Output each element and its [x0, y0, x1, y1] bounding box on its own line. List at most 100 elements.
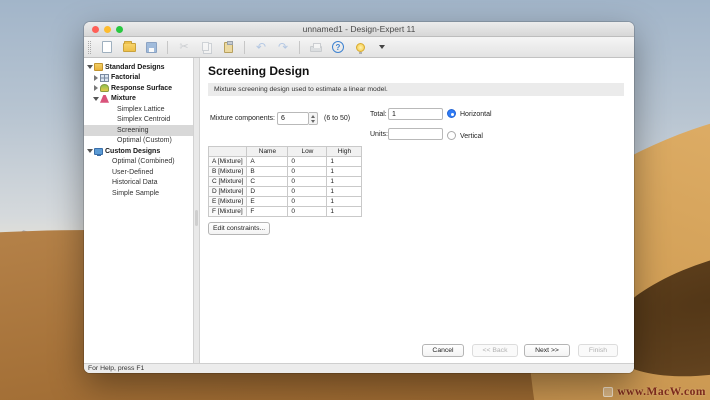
name-cell[interactable]: D — [246, 186, 289, 197]
mixture-components-label: Mixture components: — [210, 115, 275, 122]
horizontal-radio[interactable] — [447, 109, 456, 118]
disclosure-triangle-icon[interactable] — [92, 85, 99, 92]
horizontal-radio-label: Horizontal — [460, 111, 492, 118]
sidebar-item-standard-designs[interactable]: Standard Designs — [84, 62, 193, 73]
new-document-icon[interactable] — [99, 39, 115, 55]
status-text: For Help, press F1 — [88, 365, 145, 372]
high-cell[interactable]: 1 — [326, 166, 363, 177]
table-header-row: Name Low High — [207, 146, 363, 157]
disclosure-triangle-icon[interactable] — [86, 149, 93, 154]
undo-icon[interactable]: ↶ — [253, 39, 269, 55]
sidebar-item-factorial[interactable]: Factorial — [84, 73, 193, 84]
total-label: Total: — [370, 111, 387, 118]
sidebar-item-simplex-centroid[interactable]: Simplex Centroid — [84, 115, 193, 126]
minimize-button[interactable] — [104, 26, 111, 33]
mixture-components-input[interactable] — [277, 112, 309, 125]
name-header: Name — [246, 146, 289, 157]
toolbar-separator — [167, 40, 168, 54]
high-cell[interactable]: 1 — [326, 156, 363, 167]
name-cell[interactable]: F — [246, 206, 289, 217]
sidebar-item-screening[interactable]: Screening — [84, 125, 193, 136]
disclosure-triangle-icon[interactable] — [92, 74, 99, 81]
back-button[interactable]: << Back — [472, 344, 518, 357]
sidebar-item-simplex-lattice[interactable]: Simplex Lattice — [84, 104, 193, 115]
sidebar-item-label: Simple Sample — [112, 189, 160, 197]
window-content: Standard Designs Factorial Response Surf… — [84, 58, 634, 363]
sidebar-item-optimal-combined[interactable]: Optimal (Combined) — [84, 157, 193, 168]
redo-icon[interactable]: ↷ — [275, 39, 291, 55]
table-row: E [Mixture] E 0 1 — [207, 196, 363, 207]
design-tree-sidebar: Standard Designs Factorial Response Surf… — [84, 58, 193, 363]
total-input[interactable] — [388, 108, 443, 120]
sidebar-item-optimal-custom[interactable]: Optimal (Custom) — [84, 136, 193, 147]
low-cell[interactable]: 0 — [287, 196, 328, 207]
low-cell[interactable]: 0 — [287, 186, 328, 197]
title-bar[interactable]: unnamed1 - Design-Expert 11 — [84, 22, 634, 37]
toolbar: ✂ ↶ ↷ — [84, 37, 634, 58]
close-button[interactable] — [92, 26, 99, 33]
finish-button[interactable]: Finish — [578, 344, 618, 357]
name-cell[interactable]: B — [246, 166, 289, 177]
low-cell[interactable]: 0 — [287, 176, 328, 187]
sidebar-item-label: Optimal (Custom) — [117, 137, 172, 145]
sidebar-item-user-defined[interactable]: User-Defined — [84, 167, 193, 178]
high-header: High — [326, 146, 363, 157]
design-description: Mixture screening design used to estimat… — [208, 83, 624, 96]
sidebar-item-mixture[interactable]: Mixture — [84, 94, 193, 105]
folder-icon — [94, 63, 103, 72]
sidebar-item-label: Screening — [117, 126, 149, 134]
status-bar: For Help, press F1 — [84, 363, 634, 373]
sidebar-item-historical-data[interactable]: Historical Data — [84, 178, 193, 189]
high-cell[interactable]: 1 — [326, 176, 363, 187]
next-button[interactable]: Next >> — [524, 344, 570, 357]
paste-icon[interactable] — [220, 39, 236, 55]
cut-icon[interactable]: ✂ — [176, 39, 192, 55]
sidebar-item-label: Simplex Lattice — [117, 105, 165, 113]
watermark-icon — [603, 387, 614, 397]
toolbar-more-caret-icon[interactable] — [374, 39, 390, 55]
low-cell[interactable]: 0 — [287, 206, 328, 217]
edit-constraints-button[interactable]: Edit constraints... — [208, 222, 271, 235]
components-range-hint: (6 to 50) — [324, 115, 351, 122]
sidebar-item-label: Custom Designs — [105, 147, 161, 155]
print-icon[interactable] — [308, 39, 324, 55]
sidebar-splitter[interactable] — [193, 58, 200, 363]
zoom-button[interactable] — [116, 26, 123, 33]
toolbar-drag-handle[interactable] — [88, 40, 91, 54]
disclosure-triangle-icon[interactable] — [92, 96, 99, 101]
response-surface-icon — [100, 84, 109, 93]
units-input[interactable] — [388, 128, 443, 140]
disclosure-triangle-icon[interactable] — [86, 65, 93, 70]
sidebar-item-label: Factorial — [111, 74, 141, 82]
name-cell[interactable]: C — [246, 176, 289, 187]
spinner-up-icon[interactable] — [311, 114, 315, 118]
monitor-icon — [94, 147, 103, 156]
name-cell[interactable]: E — [246, 196, 289, 207]
sidebar-item-simple-sample[interactable]: Simple Sample — [84, 188, 193, 199]
watermark: www.MacW.com — [603, 386, 706, 398]
spinner-down-icon[interactable] — [311, 119, 315, 123]
components-table: Name Low High A [Mixture] A 0 1 B [Mixtu… — [207, 146, 363, 217]
copy-icon[interactable] — [198, 39, 214, 55]
open-file-icon[interactable] — [121, 39, 137, 55]
help-icon[interactable] — [330, 39, 346, 55]
page-title: Screening Design — [208, 64, 310, 78]
sidebar-item-label: User-Defined — [112, 168, 154, 176]
high-cell[interactable]: 1 — [326, 206, 363, 217]
cancel-button[interactable]: Cancel — [422, 344, 464, 357]
low-cell[interactable]: 0 — [287, 156, 328, 167]
table-row: F [Mixture] F 0 1 — [207, 206, 363, 217]
vertical-radio[interactable] — [447, 131, 456, 140]
name-cell[interactable]: A — [246, 156, 289, 167]
low-cell[interactable]: 0 — [287, 166, 328, 177]
window-title: unnamed1 - Design-Expert 11 — [302, 24, 416, 34]
sidebar-item-response-surface[interactable]: Response Surface — [84, 83, 193, 94]
row-header-cell: E [Mixture] — [207, 196, 248, 207]
tips-lightbulb-icon[interactable] — [352, 39, 368, 55]
high-cell[interactable]: 1 — [326, 186, 363, 197]
save-icon[interactable] — [143, 39, 159, 55]
components-spinner[interactable] — [309, 112, 318, 125]
sidebar-item-custom-designs[interactable]: Custom Designs — [84, 146, 193, 157]
high-cell[interactable]: 1 — [326, 196, 363, 207]
sidebar-item-label: Standard Designs — [105, 63, 165, 71]
